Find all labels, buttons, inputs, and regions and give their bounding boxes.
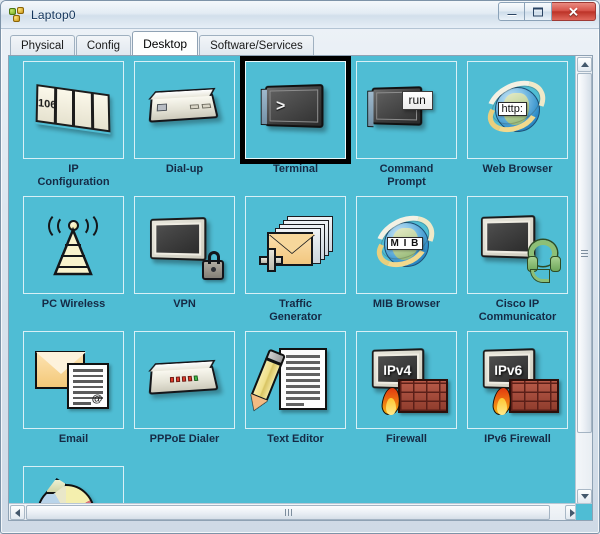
vpn-monitor-lock-icon[interactable] (134, 196, 235, 294)
at-badge: @ (91, 393, 103, 405)
tab-config[interactable]: Config (75, 35, 132, 55)
desktop-item-label: Dial-up (165, 163, 204, 175)
ip-configuration-icon[interactable]: 106 (23, 61, 124, 159)
desktop-item-label: Terminal (272, 163, 319, 175)
minimize-button[interactable] (498, 2, 525, 21)
text-editor-pencil-icon[interactable] (245, 331, 346, 429)
desktop-item-terminal[interactable]: > Terminal (240, 56, 351, 196)
desktop-item-label: IP Configuration (37, 163, 110, 188)
ip-configuration-badge: 106 (37, 97, 56, 112)
mib-badge: M I B (386, 237, 424, 250)
title-bar: Laptop0 ✕ (1, 1, 599, 29)
desktop-item-label: Text Editor (267, 433, 324, 445)
flame-icon (380, 385, 402, 415)
scrollbar-corner (575, 503, 592, 520)
desktop-item-label: Firewall (386, 433, 427, 445)
desktop-item-ip-configuration[interactable]: 106 IP Configuration (18, 61, 129, 196)
ip-communicator-headset-icon[interactable] (467, 196, 568, 294)
network-node-icon (9, 6, 25, 23)
desktop-item-pppoe-dialer[interactable]: PPPoE Dialer (129, 331, 240, 466)
desktop-icon-grid: 106 IP Configuration Dial-up > Terminal … (18, 56, 578, 505)
tab-physical[interactable]: Physical (10, 35, 75, 55)
plus-icon (258, 248, 283, 272)
desktop-item-email[interactable]: @ Email (18, 331, 129, 466)
desktop-item-label: Command Prompt (379, 163, 434, 188)
desktop-item-label: Web Browser (482, 163, 553, 175)
window-title: Laptop0 (31, 7, 76, 22)
vertical-scrollbar[interactable] (575, 56, 592, 505)
scroll-left-arrow-icon[interactable] (10, 505, 25, 520)
pie-chart-icon[interactable] (23, 466, 124, 505)
scroll-up-arrow-icon[interactable] (577, 57, 592, 72)
tab-desktop[interactable]: Desktop (132, 31, 199, 55)
wireless-antenna-icon[interactable] (23, 196, 124, 294)
ipv6-firewall-brickwall-icon[interactable]: IPv6 (467, 331, 568, 429)
desktop-item-ipv6-firewall[interactable]: IPv6 IPv6 Firewall (462, 331, 573, 466)
vertical-scroll-thumb[interactable] (577, 73, 592, 433)
run-badge: run (401, 91, 433, 110)
desktop-item-cisco-ip-communicator[interactable]: Cisco IP Communicator (462, 196, 573, 331)
desktop-item-command-prompt[interactable]: run Command Prompt (351, 61, 462, 196)
flame-icon (491, 385, 513, 415)
desktop-item-label: Cisco IP Communicator (478, 298, 557, 323)
desktop-item-label: MIB Browser (372, 298, 441, 310)
http-badge: http: (497, 102, 527, 116)
brick-wall-icon (397, 379, 448, 413)
desktop-item-label: PPPoE Dialer (149, 433, 220, 445)
headset-icon (526, 240, 561, 282)
desktop-icon-area: 106 IP Configuration Dial-up > Terminal … (9, 56, 581, 505)
desktop-panel: 106 IP Configuration Dial-up > Terminal … (8, 55, 593, 521)
brick-wall-icon (508, 379, 559, 413)
desktop-item-pie-chart[interactable] (18, 466, 129, 505)
command-prompt-icon[interactable]: run (356, 61, 457, 159)
desktop-item-label: PC Wireless (41, 298, 106, 310)
email-envelope-icon[interactable]: @ (23, 331, 124, 429)
window-controls: ✕ (498, 2, 596, 21)
traffic-generator-envelopes-icon[interactable] (245, 196, 346, 294)
dial-up-modem-icon[interactable] (134, 61, 235, 159)
horizontal-scrollbar[interactable] (9, 503, 581, 520)
close-icon: ✕ (568, 4, 579, 19)
mib-browser-globe-icon[interactable]: M I B (356, 196, 457, 294)
pppoe-dialer-device-icon[interactable] (134, 331, 235, 429)
desktop-item-label: Email (58, 433, 89, 445)
close-button[interactable]: ✕ (552, 2, 596, 21)
desktop-item-dial-up[interactable]: Dial-up (129, 61, 240, 196)
desktop-item-traffic-generator[interactable]: Traffic Generator (240, 196, 351, 331)
tab-software-services[interactable]: Software/Services (199, 35, 314, 55)
scroll-down-arrow-icon[interactable] (577, 489, 592, 504)
ipv4-badge: IPv4 (382, 361, 411, 379)
laptop0-window: Laptop0 ✕ Physical Config Desktop Softwa… (0, 0, 600, 534)
desktop-item-firewall[interactable]: IPv4 Firewall (351, 331, 462, 466)
terminal-icon[interactable]: > (240, 56, 351, 164)
desktop-item-label: Traffic Generator (269, 298, 322, 323)
firewall-brickwall-icon[interactable]: IPv4 (356, 331, 457, 429)
web-browser-globe-icon[interactable]: http: (467, 61, 568, 159)
desktop-item-mib-browser[interactable]: M I B MIB Browser (351, 196, 462, 331)
desktop-item-pc-wireless[interactable]: PC Wireless (18, 196, 129, 331)
tab-strip: Physical Config Desktop Software/Service… (1, 29, 599, 55)
lock-icon (201, 251, 224, 280)
desktop-item-label: IPv6 Firewall (484, 433, 551, 445)
ipv6-badge: IPv6 (493, 361, 522, 379)
horizontal-scroll-thumb[interactable] (26, 505, 550, 520)
terminal-prompt-badge: > (275, 96, 285, 115)
maximize-button[interactable] (525, 2, 552, 21)
desktop-item-label: VPN (173, 298, 196, 310)
desktop-item-web-browser[interactable]: http: Web Browser (462, 61, 573, 196)
desktop-item-vpn[interactable]: VPN (129, 196, 240, 331)
desktop-item-text-editor[interactable]: Text Editor (240, 331, 351, 466)
